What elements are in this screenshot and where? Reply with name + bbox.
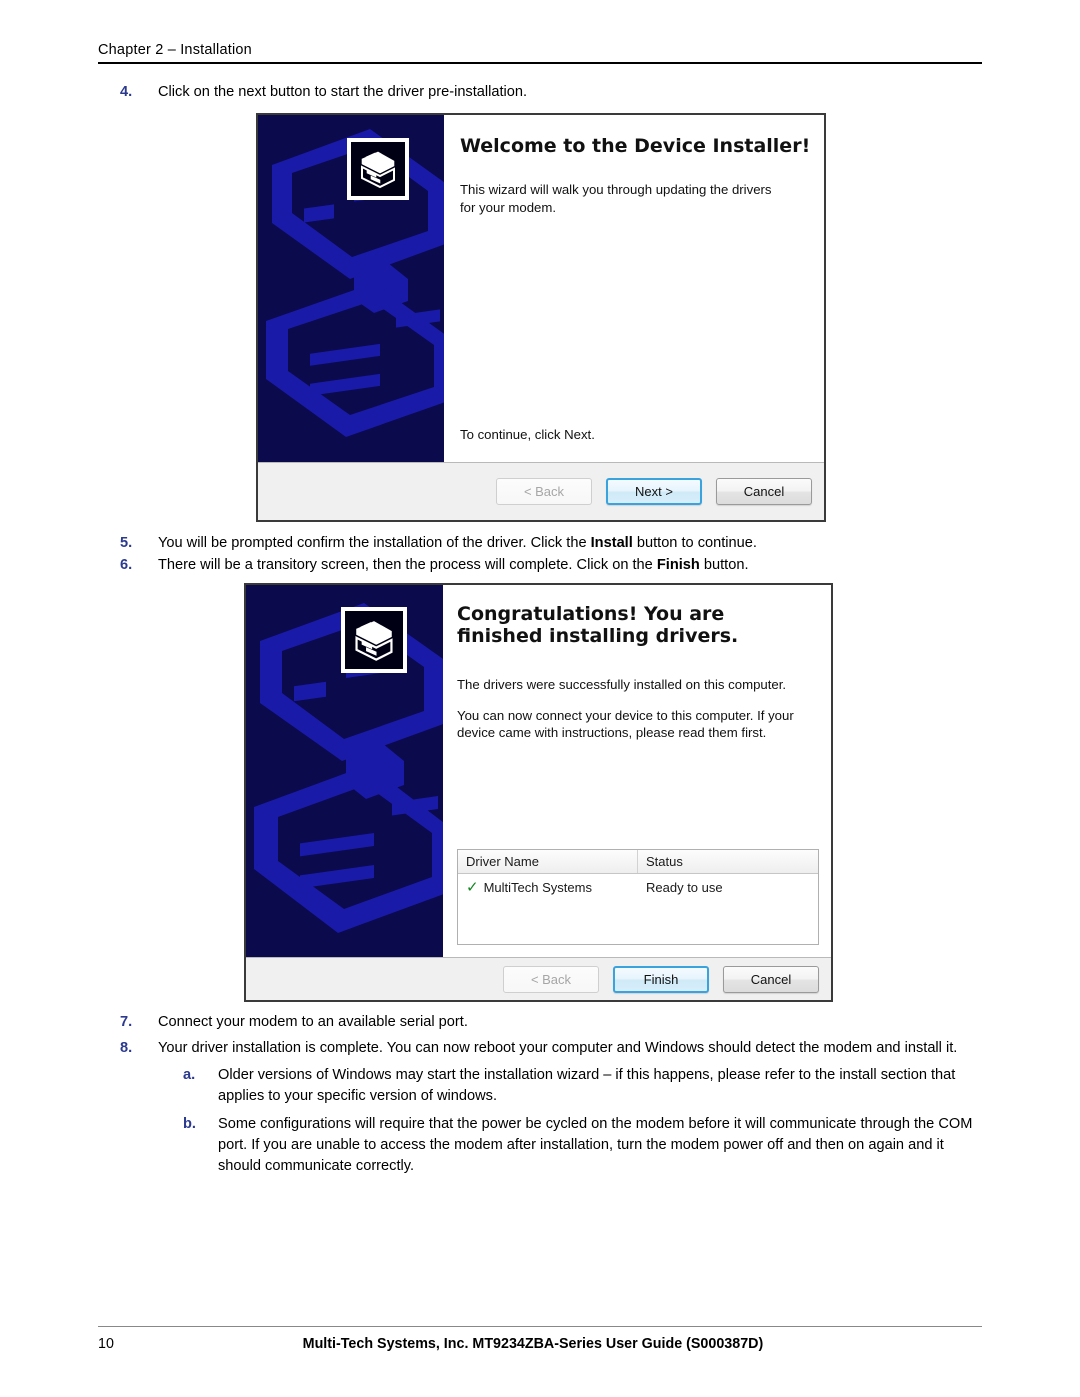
checkmark-icon: ✓: [466, 878, 479, 896]
substep-text: Older versions of Windows may start the …: [218, 1067, 956, 1105]
document-page: Chapter 2 – Installation 4. Click on the…: [0, 0, 1080, 1397]
back-button[interactable]: < Back: [496, 478, 592, 505]
driver-name-text: MultiTech Systems: [483, 879, 592, 895]
footer-document-title: Multi-Tech Systems, Inc. MT9234ZBA-Serie…: [302, 1336, 764, 1352]
step-text-bold: Install: [590, 535, 633, 551]
finish-button[interactable]: Finish: [613, 965, 709, 993]
step-number: 7.: [120, 1014, 133, 1030]
cancel-button[interactable]: Cancel: [723, 965, 819, 993]
back-button[interactable]: < Back: [503, 965, 599, 993]
wizard-content: Congratulations! You are finished instal…: [443, 585, 831, 957]
device-installer-icon: [347, 138, 409, 200]
welcome-wizard-dialog: Welcome to the Device Installer! This wi…: [256, 113, 826, 522]
step-text-bold: Finish: [656, 557, 700, 574]
step-number: 6.: [120, 557, 133, 574]
chapter-title: Chapter 2 – Installation: [98, 42, 252, 58]
list-item: 6. There will be a transitory screen, th…: [120, 555, 982, 576]
step-text-pre: There will be a transitory screen, then …: [158, 557, 657, 574]
step-text-post: button to continue.: [632, 535, 757, 551]
driver-status-table: Driver Name Status ✓ MultiTech Systems R…: [457, 849, 819, 945]
step-text: You will be prompted confirm the install…: [158, 533, 982, 554]
installer-glyph: [356, 147, 400, 191]
list-item: 8. Your driver installation is complete.…: [120, 1038, 990, 1059]
step-list-top: 4. Click on the next button to start the…: [120, 82, 982, 104]
installer-glyph: [350, 616, 398, 664]
step-text: Click on the next button to start the dr…: [158, 84, 528, 100]
wizard-body-text-2: You can now connect your device to this …: [457, 707, 794, 741]
next-button[interactable]: Next >: [606, 478, 702, 505]
substep-text: Some configurations will require that th…: [218, 1115, 973, 1174]
table-row[interactable]: ✓ MultiTech Systems Ready to use: [458, 874, 818, 900]
finish-wizard-dialog: Congratulations! You are finished instal…: [244, 583, 833, 1002]
header-divider: [98, 62, 982, 64]
column-header-driver-name: Driver Name: [458, 850, 638, 873]
list-item: a. Older versions of Windows may start t…: [183, 1065, 990, 1107]
wizard-heading: Congratulations! You are finished instal…: [457, 603, 739, 648]
page-footer: 10 Multi-Tech Systems, Inc. MT9234ZBA-Se…: [98, 1326, 982, 1352]
cell-driver-name: ✓ MultiTech Systems: [458, 874, 638, 900]
list-item: 5. You will be prompted confirm the inst…: [120, 533, 982, 554]
step-text: Connect your modem to an available seria…: [158, 1014, 468, 1030]
page-number: 10: [98, 1336, 114, 1352]
device-installer-icon: [341, 607, 407, 673]
substep-number: b.: [183, 1115, 196, 1132]
list-item: b. Some configurations will require that…: [183, 1114, 990, 1177]
wizard-button-bar: < Back Next > Cancel: [258, 462, 824, 520]
step-number: 5.: [120, 535, 133, 551]
footer-divider: [98, 1326, 982, 1327]
step-text-pre: You will be prompted confirm the install…: [158, 535, 591, 551]
running-header: Chapter 2 – Installation: [98, 42, 982, 64]
wizard-banner: [246, 585, 443, 957]
step-text: There will be a transitory screen, then …: [158, 555, 982, 576]
wizard-body-text-1: The drivers were successfully installed …: [457, 676, 787, 692]
wizard-body-text: This wizard will walk you through updati…: [460, 182, 772, 216]
substep-number: a.: [183, 1067, 196, 1084]
table-header-row: Driver Name Status: [458, 850, 818, 874]
wizard-button-bar: < Back Finish Cancel: [246, 957, 831, 1000]
wizard-content: Welcome to the Device Installer! This wi…: [444, 115, 824, 462]
wizard-banner: [258, 115, 444, 462]
list-item: 7. Connect your modem to an available se…: [120, 1012, 990, 1033]
cancel-button[interactable]: Cancel: [716, 478, 812, 505]
cell-status: Ready to use: [646, 879, 723, 895]
step-text: Your driver installation is complete. Yo…: [158, 1040, 958, 1057]
step-number: 8.: [120, 1040, 133, 1057]
step-text-post: button.: [699, 557, 749, 574]
wizard-hint-text: To continue, click Next.: [460, 427, 595, 443]
sub-step-list: a. Older versions of Windows may start t…: [183, 1065, 990, 1177]
wizard-heading: Welcome to the Device Installer!: [460, 135, 811, 157]
step-number: 4.: [120, 84, 133, 100]
column-header-status: Status: [646, 854, 683, 869]
step-list-bottom: 7. Connect your modem to an available se…: [120, 1012, 990, 1183]
step-list-middle: 5. You will be prompted confirm the inst…: [120, 533, 982, 577]
list-item: 4. Click on the next button to start the…: [120, 82, 982, 103]
